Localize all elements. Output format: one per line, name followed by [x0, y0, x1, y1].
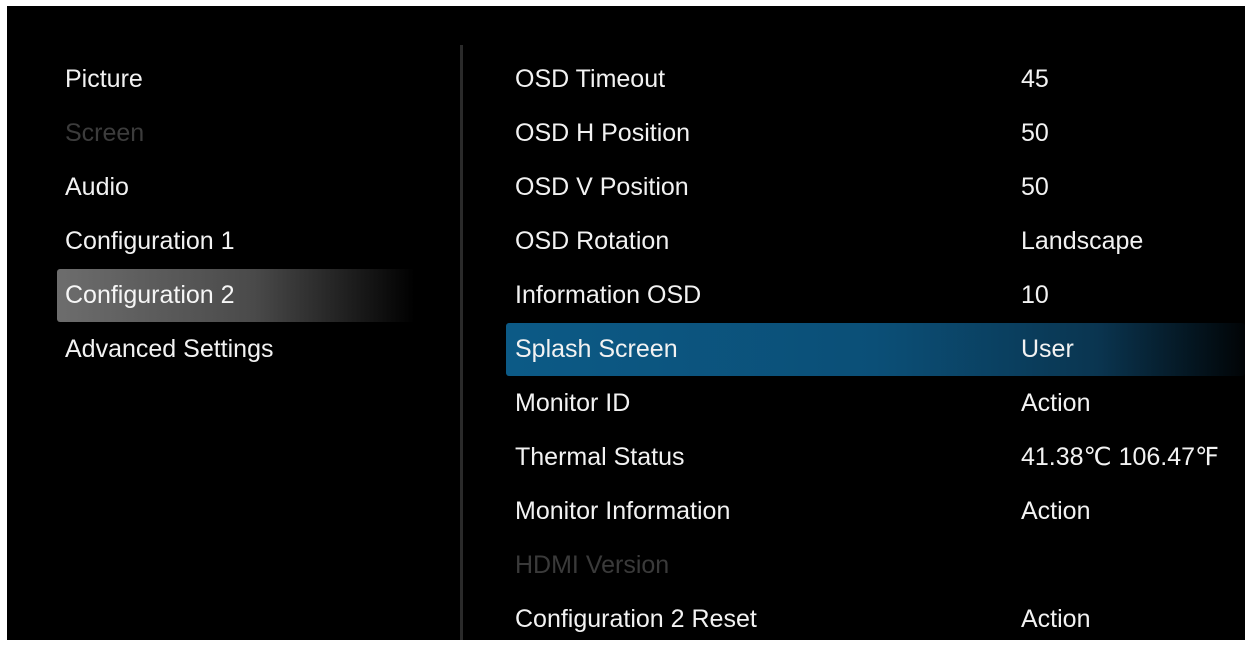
setting-label: Thermal Status: [515, 443, 685, 471]
setting-value: 50: [1021, 119, 1049, 147]
setting-value: Landscape: [1021, 227, 1144, 255]
setting-label: OSD Rotation: [515, 227, 670, 255]
setting-label: OSD Timeout: [515, 65, 666, 93]
setting-label: Configuration 2 Reset: [515, 605, 757, 633]
setting-row-osd-rotation[interactable]: OSD Rotation Landscape: [506, 215, 1245, 268]
setting-value: Action: [1021, 497, 1091, 525]
setting-label: Monitor Information: [515, 497, 731, 525]
setting-row-monitor-information[interactable]: Monitor Information Action: [506, 485, 1245, 538]
setting-value: 45: [1021, 65, 1049, 93]
setting-value: Action: [1021, 605, 1091, 633]
setting-row-hdmi-version[interactable]: HDMI Version: [506, 539, 1245, 592]
setting-value: Action: [1021, 389, 1091, 417]
setting-row-osd-timeout[interactable]: OSD Timeout 45: [506, 53, 1245, 106]
setting-row-osd-v-position[interactable]: OSD V Position 50: [506, 161, 1245, 214]
setting-value: 41.38℃ 106.47℉: [1021, 443, 1219, 471]
setting-row-thermal-status[interactable]: Thermal Status 41.38℃ 106.47℉: [506, 431, 1245, 484]
setting-row-splash-screen[interactable]: Splash Screen User: [506, 323, 1245, 376]
setting-row-configuration-2-reset[interactable]: Configuration 2 Reset Action: [506, 593, 1245, 640]
osd-menu-screen: Picture Screen Audio Configuration 1 Con…: [7, 6, 1245, 640]
settings-list: OSD Timeout 45 OSD H Position 50 OSD V P…: [7, 6, 1245, 640]
setting-label: Information OSD: [515, 281, 702, 309]
setting-row-information-osd[interactable]: Information OSD 10: [506, 269, 1245, 322]
setting-label: OSD V Position: [515, 173, 689, 201]
setting-value: 10: [1021, 281, 1049, 309]
setting-label: HDMI Version: [515, 551, 670, 579]
setting-row-osd-h-position[interactable]: OSD H Position 50: [506, 107, 1245, 160]
setting-label: Splash Screen: [515, 335, 678, 363]
setting-value: User: [1021, 335, 1074, 363]
setting-label: OSD H Position: [515, 119, 691, 147]
setting-label: Monitor ID: [515, 389, 631, 417]
setting-value: 50: [1021, 173, 1049, 201]
setting-row-monitor-id[interactable]: Monitor ID Action: [506, 377, 1245, 430]
